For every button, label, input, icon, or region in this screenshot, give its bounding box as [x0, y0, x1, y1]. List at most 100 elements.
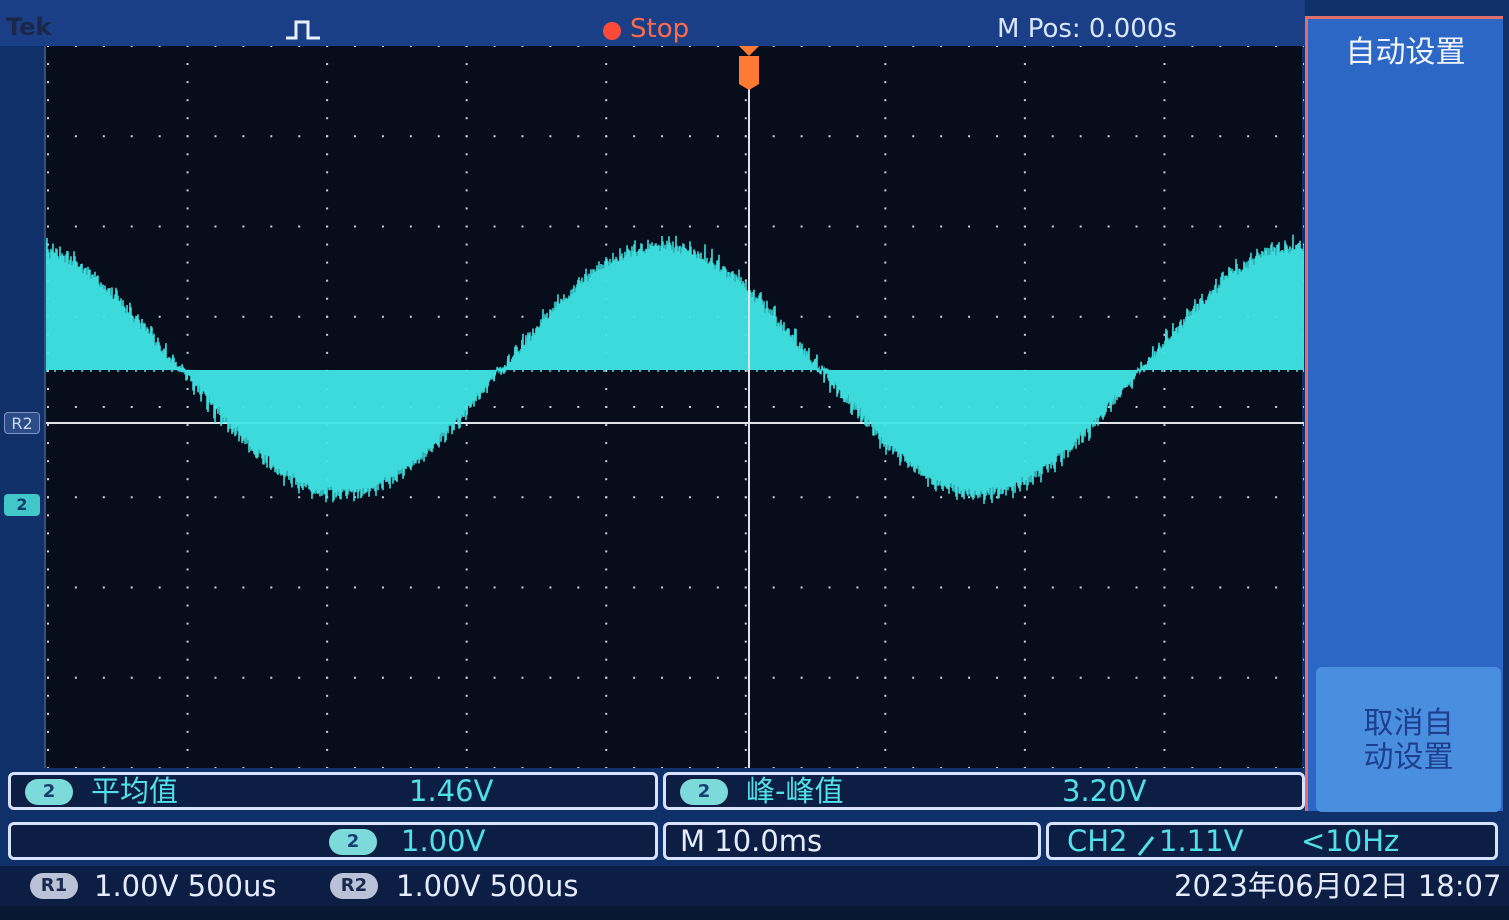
trigger-panel[interactable]: CH2 1.11V <10Hz: [1046, 822, 1498, 860]
grid-dot: [438, 226, 440, 228]
grid-dot: [1303, 713, 1304, 715]
grid-dot: [326, 207, 328, 209]
grid-dot: [187, 713, 189, 715]
grid-dot: [745, 171, 747, 173]
grid-dot: [298, 677, 300, 679]
grid-dot: [1303, 496, 1304, 498]
grid-dot: [159, 316, 161, 318]
cancel-auto-setup-button[interactable]: 取消自 动设置: [1316, 667, 1501, 812]
grid-dot: [1163, 568, 1165, 570]
grid-dot: [242, 677, 244, 679]
grid-dot: [1191, 226, 1193, 228]
grid-dot: [605, 135, 607, 137]
grid-dot: [242, 135, 244, 137]
grid-dot: [75, 135, 77, 137]
grid-dot: [884, 262, 886, 264]
grid-dot: [159, 767, 161, 768]
grid-dot: [968, 316, 970, 318]
grid-dot: [884, 695, 886, 697]
grid-dot: [745, 388, 747, 390]
grid-dot: [1024, 713, 1026, 715]
grid-dot: [1163, 605, 1165, 607]
grid-dot: [187, 63, 189, 65]
grid-dot: [466, 207, 468, 209]
reference-r2-setting: 1.00V 500us: [396, 870, 578, 902]
grid-dot: [1024, 605, 1026, 607]
grid-dot: [912, 316, 914, 318]
channel-badge: 2: [25, 779, 73, 805]
grid-dot: [884, 135, 886, 137]
grid-dot: [466, 442, 468, 444]
grid-dot: [187, 677, 189, 679]
grid-dot: [1080, 46, 1082, 47]
grid-dot: [187, 189, 189, 191]
grid-dot: [354, 587, 356, 589]
grid-dot: [242, 46, 244, 47]
grid-dot: [1163, 171, 1165, 173]
grid-dot: [605, 460, 607, 462]
grid-dot: [1024, 587, 1026, 589]
grid-dot: [745, 550, 747, 552]
grid-dot: [745, 153, 747, 155]
pulse-trigger-icon: [284, 18, 324, 48]
grid-dot: [1163, 99, 1165, 101]
grid-dot: [1247, 135, 1249, 137]
grid-dot: [661, 135, 663, 137]
grid-dot: [884, 532, 886, 534]
grid-dot: [47, 478, 49, 480]
grid-dot: [494, 135, 496, 137]
grid-dot: [1163, 514, 1165, 516]
grid-dot: [884, 605, 886, 607]
grid-dot: [1024, 334, 1026, 336]
grid-dot: [466, 587, 468, 589]
vertical-scale-panel[interactable]: 2 1.00V: [8, 822, 658, 860]
timebase-panel[interactable]: M 10.0ms: [663, 822, 1041, 860]
grid-dot: [884, 316, 886, 318]
grid-dot: [1024, 135, 1026, 137]
grid-dot: [1163, 262, 1165, 264]
grid-dot: [633, 587, 635, 589]
grid-dot: [1052, 46, 1054, 47]
grid-dot: [47, 605, 49, 607]
grid-dot: [466, 189, 468, 191]
grid-dot: [1191, 406, 1193, 408]
grid-dot: [633, 677, 635, 679]
grid-dot: [996, 316, 998, 318]
grid-dot: [577, 767, 579, 768]
grid-dot: [187, 99, 189, 101]
grid-dot: [689, 135, 691, 137]
acquisition-state: Stop: [630, 14, 689, 44]
measurement-mean-panel[interactable]: 2 平均值 1.46V: [8, 772, 658, 810]
grid-dot: [270, 46, 272, 47]
oscilloscope-display: Tek Stop M Pos: 0.000s R2 2 自动设置 取消自 动设置…: [0, 0, 1509, 920]
grid-dot: [1024, 623, 1026, 625]
grid-dot: [1191, 135, 1193, 137]
reference-r2-marker[interactable]: R2: [4, 412, 40, 434]
grid-dot: [1303, 99, 1304, 101]
timebase-value: M 10.0ms: [680, 825, 822, 857]
grid-dot: [75, 406, 77, 408]
grid-dot: [47, 641, 49, 643]
grid-dot: [1080, 135, 1082, 137]
grid-dot: [131, 587, 133, 589]
grid-dot: [466, 749, 468, 751]
grid-dot: [214, 226, 216, 228]
grid-dot: [1024, 244, 1026, 246]
grid-dot: [382, 767, 384, 768]
grid-dot: [884, 189, 886, 191]
grid-dot: [270, 496, 272, 498]
grid-dot: [549, 587, 551, 589]
grid-dot: [410, 46, 412, 47]
channel-2-ground-marker[interactable]: 2: [4, 494, 40, 516]
grid-dot: [1024, 352, 1026, 354]
grid-dot: [605, 605, 607, 607]
grid-dot: [1024, 550, 1026, 552]
grid-dot: [745, 189, 747, 191]
grid-dot: [1303, 587, 1304, 589]
measurement-peak-to-peak-panel[interactable]: 2 峰-峰值 3.20V: [663, 772, 1305, 810]
grid-dot: [494, 226, 496, 228]
grid-dot: [326, 153, 328, 155]
grid-dot: [1275, 406, 1277, 408]
grid-dot: [410, 226, 412, 228]
grid-dot: [549, 677, 551, 679]
